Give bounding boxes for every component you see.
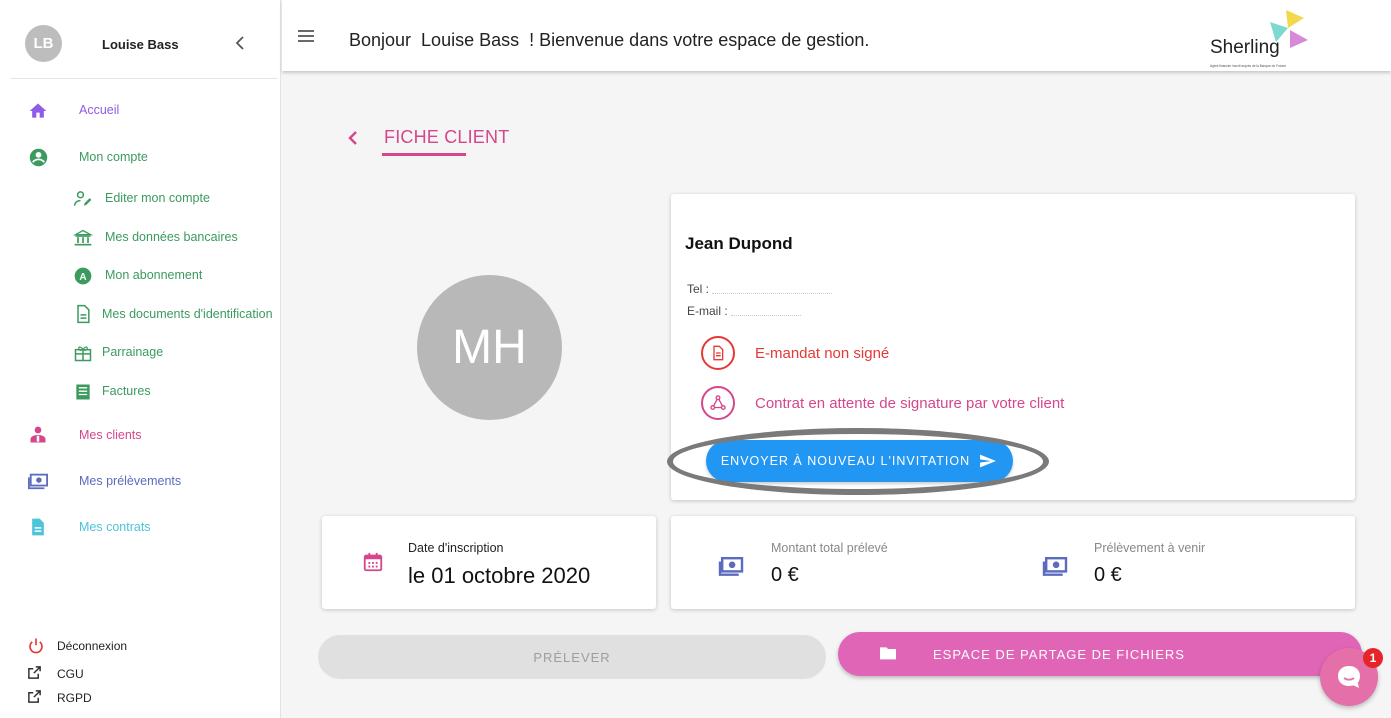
resend-invitation-label: ENVOYER À NOUVEAU L'INVITATION <box>720 454 971 468</box>
upcoming-collection-label: Prélèvement à venir <box>1094 541 1206 555</box>
mandate-status-text: E-mandat non signé <box>755 344 890 362</box>
welcome-message: Bonjour Louise Bass ! Bienvenue dans vot… <box>349 30 870 50</box>
sidebar-item-label: Mes contrats <box>79 520 151 534</box>
back-button[interactable] <box>344 128 362 148</box>
file-sharing-label: ESPACE DE PARTAGE DE FICHIERS <box>933 647 1185 662</box>
title-underline <box>382 153 466 156</box>
rgpd-label: RGPD <box>57 691 92 705</box>
chat-notification-badge: 1 <box>1363 648 1383 668</box>
document-alert-icon <box>701 336 735 370</box>
menu-button[interactable] <box>296 27 316 45</box>
edit-user-icon <box>72 188 94 210</box>
total-collected-label: Montant total prélevé <box>771 541 888 555</box>
upcoming-collection-value: 0 € <box>1094 564 1122 586</box>
bank-icon <box>72 227 94 249</box>
topbar: Bonjour Louise Bass ! Bienvenue dans vot… <box>282 0 1391 71</box>
logo-tagline: Agent financier inscrit auprès de la Ban… <box>1210 64 1286 68</box>
sherling-logo: Sherling Agent financier inscrit auprès … <box>1204 8 1314 70</box>
chevron-left-icon <box>348 131 357 145</box>
hamburger-icon <box>298 30 314 42</box>
prelever-button[interactable]: PRÉLEVER <box>318 635 826 679</box>
amounts-card: Montant total prélevé 0 € Prélèvement à … <box>671 516 1355 609</box>
mandate-status: E-mandat non signé <box>701 336 889 370</box>
phone-redacted <box>712 286 833 294</box>
sidebar: LB Louise Bass Accueil Mon compte Editer… <box>0 0 281 718</box>
sidebar-item-label: Mes clients <box>79 428 142 442</box>
user-avatar: LB <box>25 25 62 62</box>
total-collected-value: 0 € <box>771 564 799 586</box>
user-name: Louise Bass <box>102 37 179 52</box>
folder-icon <box>878 645 898 664</box>
subscription-badge-icon: A <box>72 265 94 287</box>
registration-date-label: Date d'inscription <box>408 541 504 555</box>
page-title: FICHE CLIENT <box>384 127 510 147</box>
money-icon <box>27 470 49 492</box>
sidebar-header: LB Louise Bass <box>10 0 278 79</box>
registration-date-value: le 01 octobre 2020 <box>408 563 591 588</box>
document-icon <box>72 303 94 325</box>
sidebar-item-label: Mon abonnement <box>105 268 203 282</box>
registration-date-card: Date d'inscription le 01 octobre 2020 <box>322 516 656 609</box>
email-label: E-mail : <box>687 304 732 318</box>
home-icon <box>27 100 49 122</box>
sidebar-item-label: Mes documents d'identification <box>102 307 273 321</box>
client-avatar: MH <box>417 275 562 420</box>
chat-bubble-icon <box>1338 666 1360 688</box>
svg-text:A: A <box>79 272 86 283</box>
contract-status-text: Contrat en attente de signature par votr… <box>755 394 1065 412</box>
money-icon <box>1041 556 1069 583</box>
phone-label: Tel : <box>687 282 713 296</box>
clients-icon <box>27 424 49 446</box>
money-icon <box>717 556 745 583</box>
account-circle-icon <box>27 146 49 168</box>
sidebar-item-label: Mes données bancaires <box>105 230 238 244</box>
contract-file-icon <box>27 516 49 538</box>
cgu-label: CGU <box>57 667 84 681</box>
receipt-icon <box>72 381 94 403</box>
calendar-icon <box>362 550 384 579</box>
sidebar-item-label: Editer mon compte <box>105 191 210 205</box>
logo-text: Sherling <box>1210 37 1280 58</box>
client-email: E-mail : <box>687 304 802 318</box>
client-name: Jean Dupond <box>685 234 793 253</box>
sidebar-item-label: Accueil <box>79 103 120 117</box>
chevron-left-icon <box>235 36 244 50</box>
external-link-icon <box>23 661 45 683</box>
file-sharing-button[interactable]: ESPACE DE PARTAGE DE FICHIERS <box>838 632 1362 676</box>
power-icon <box>25 635 47 657</box>
sidebar-item-label: Mon compte <box>79 150 148 164</box>
sidebar-item-label: Parrainage <box>102 345 164 359</box>
email-redacted <box>731 308 802 316</box>
sidebar-item-label: Factures <box>102 384 151 398</box>
contract-status: Contrat en attente de signature par votr… <box>701 386 1064 420</box>
resend-invitation-button[interactable]: ENVOYER À NOUVEAU L'INVITATION <box>706 440 1013 482</box>
logout-label: Déconnexion <box>57 639 128 653</box>
external-link-icon <box>23 685 45 707</box>
client-phone: Tel : <box>687 282 833 296</box>
signature-pending-icon <box>701 386 735 420</box>
send-icon <box>980 454 997 468</box>
collapse-sidebar-button[interactable] <box>232 33 248 53</box>
gift-icon <box>72 342 94 364</box>
sidebar-item-label: Mes prélèvements <box>79 474 182 488</box>
